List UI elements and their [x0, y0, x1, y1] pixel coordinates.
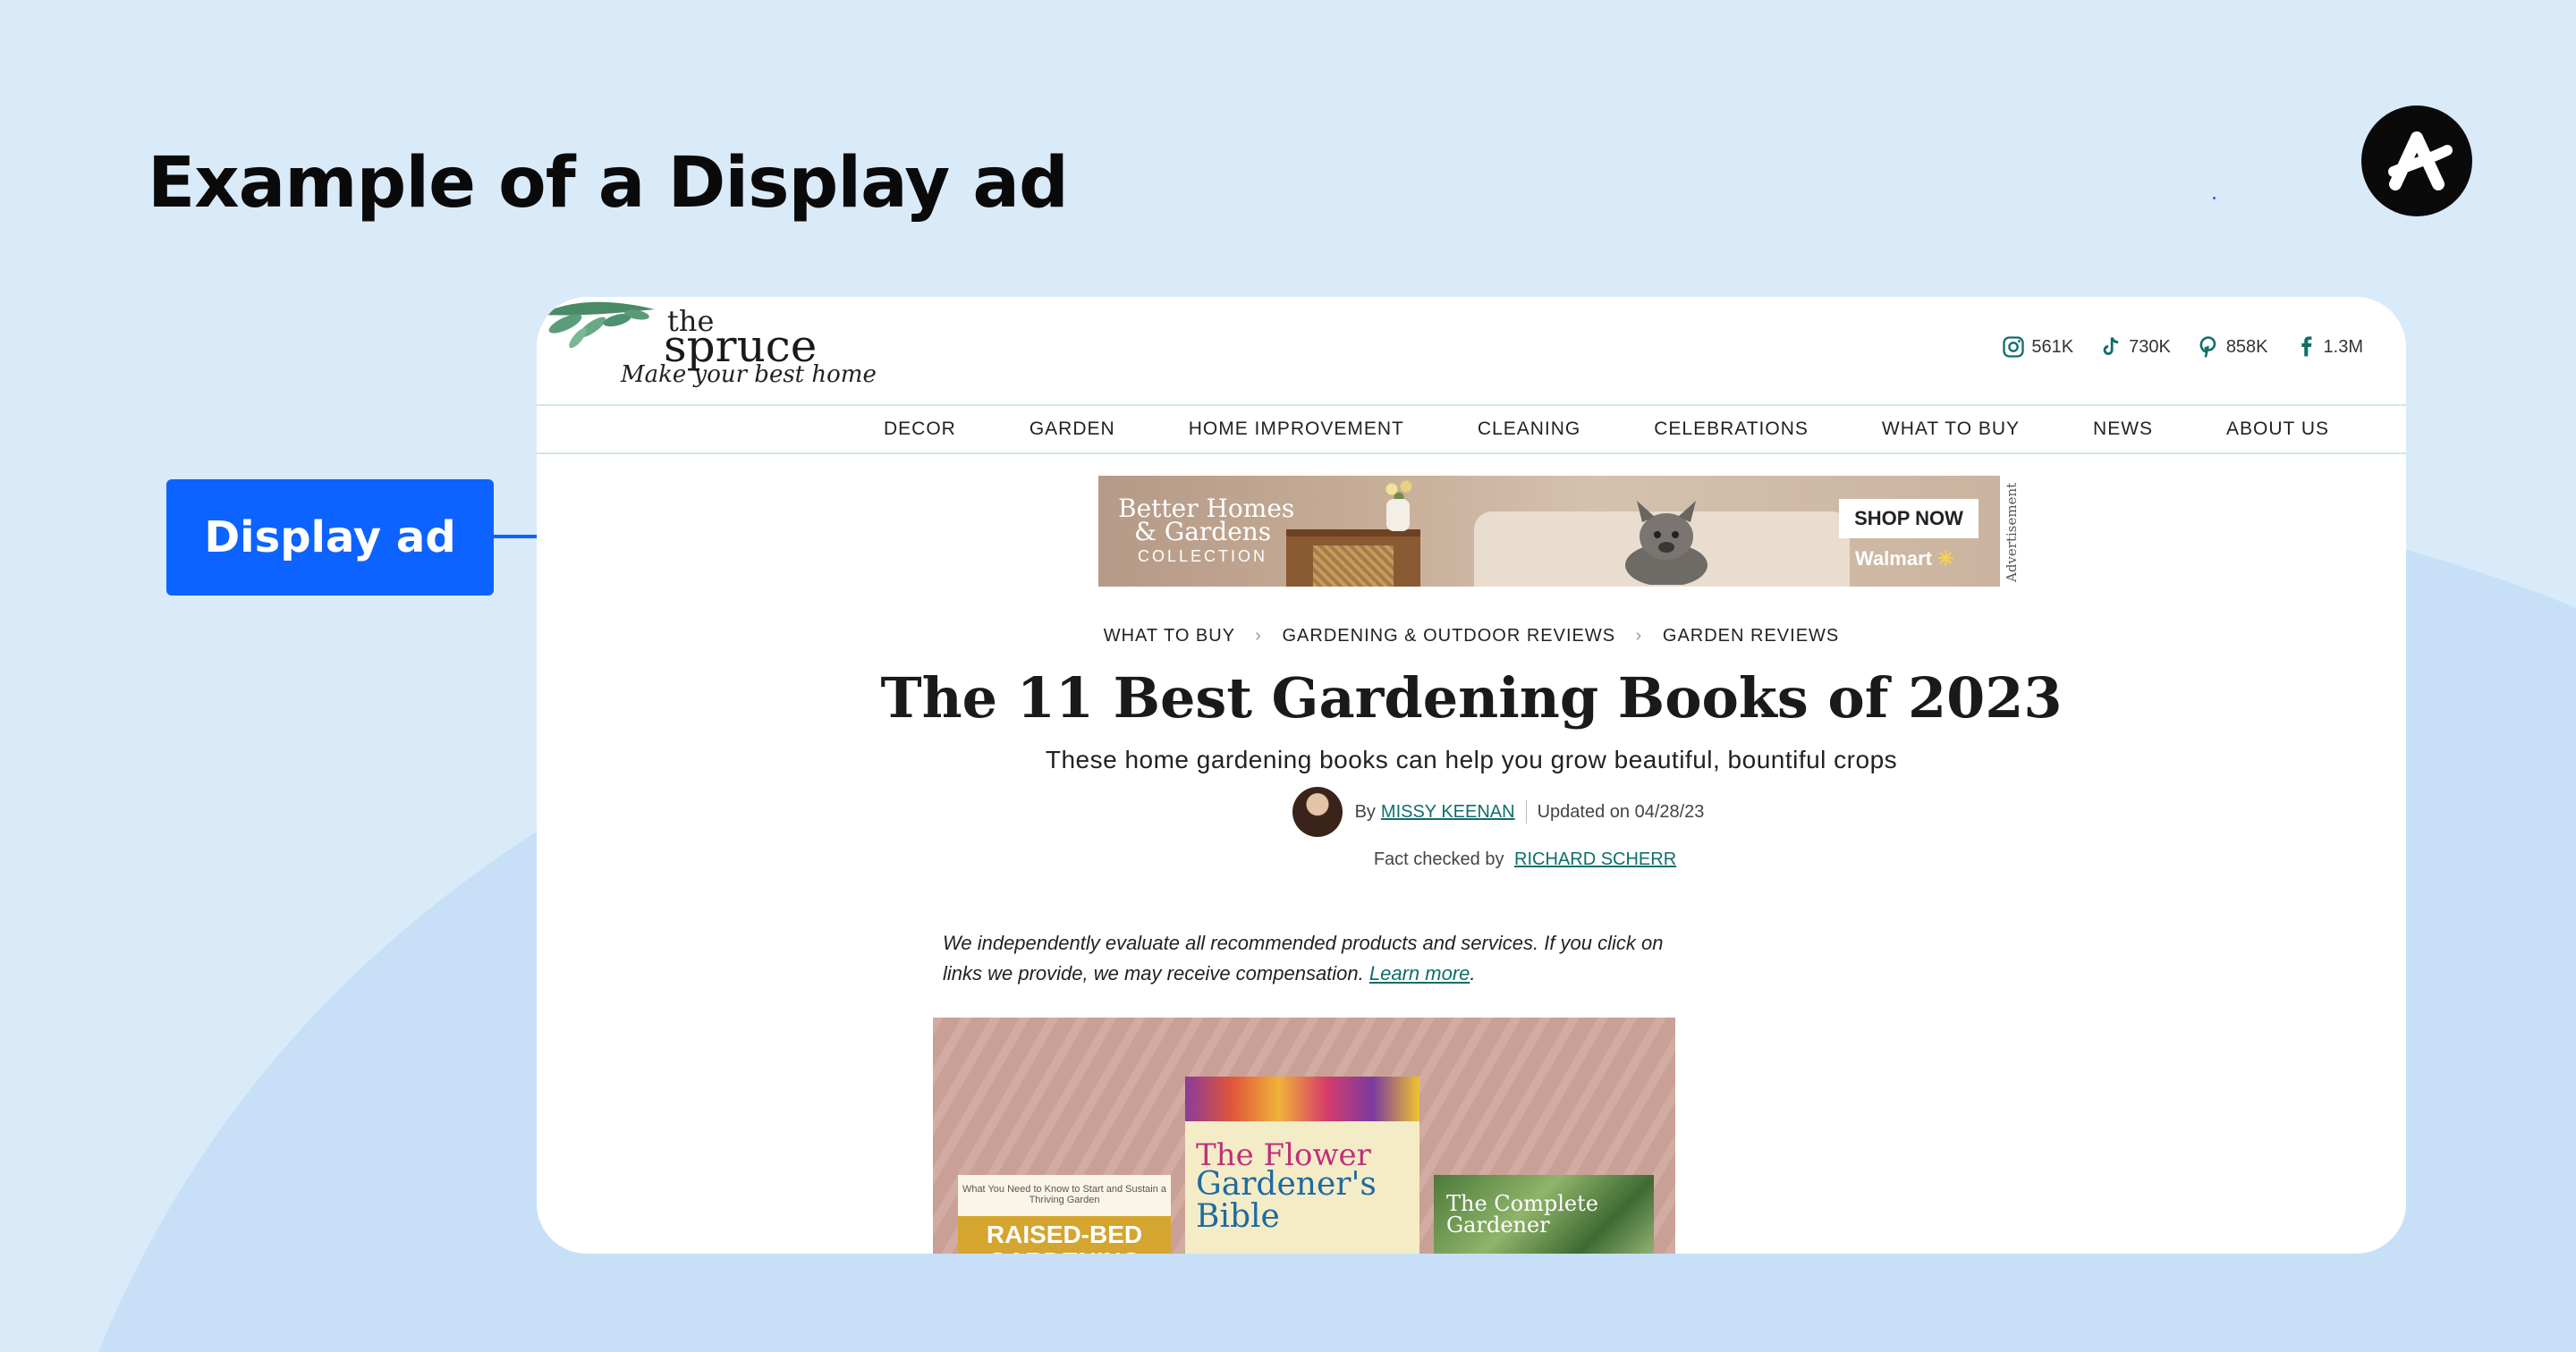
slide-title: Example of a Display ad — [148, 143, 1069, 224]
display-ad-banner[interactable]: Better Homes & Gardens COLLECTION SHOP N… — [1098, 476, 2000, 587]
leaf-icon — [540, 301, 655, 349]
social-links: 561K 730K 858K 1.3M — [2001, 334, 2363, 359]
ad-basket — [1313, 545, 1394, 587]
breadcrumb: WHAT TO BUY › GARDENING & OUTDOOR REVIEW… — [537, 626, 2406, 646]
ad-shop-now-button[interactable]: SHOP NOW — [1839, 499, 1979, 538]
instagram-count: 561K — [2031, 336, 2074, 357]
article-hero-image: What You Need to Know to Start and Susta… — [933, 1018, 1675, 1254]
social-pinterest[interactable]: 858K — [2196, 334, 2268, 359]
article-subhead: These home gardening books can help you … — [1045, 746, 1898, 773]
ad-brand-name: Better Homes & Gardens — [1118, 496, 1294, 546]
breadcrumb-item-what-to-buy[interactable]: WHAT TO BUY — [1104, 626, 1235, 646]
book1-subtitle: What You Need to Know to Start and Susta… — [962, 1184, 1167, 1205]
pinterest-count: 858K — [2225, 336, 2268, 357]
website-screenshot-card: the spruce Make your best home 561K 730K… — [537, 297, 2406, 1254]
display-ad-callout: Display ad — [166, 479, 494, 596]
fact-check-line: Fact checked by RICHARD SCHERR — [537, 849, 2406, 870]
disclaimer-text: We independently evaluate all recommende… — [943, 932, 1664, 984]
tiktok-count: 730K — [2129, 336, 2171, 357]
learn-more-link[interactable]: Learn more — [1369, 962, 1470, 984]
ad-brand-line2: & Gardens — [1134, 517, 1272, 546]
book3-title: The Complete Gardener — [1446, 1191, 1598, 1238]
walmart-spark-icon: ✳ — [1937, 547, 1954, 570]
tiktok-icon — [2103, 336, 2119, 355]
fact-checker-link[interactable]: RICHARD SCHERR — [1514, 849, 1676, 869]
byline: By MISSY KEENAN Updated on 04/28/23 — [537, 787, 2406, 837]
book-raised-bed-gardening: What You Need to Know to Start and Susta… — [958, 1175, 1171, 1254]
book2-title-line3: Bible — [1196, 1198, 1280, 1235]
book2-flower-photo — [1185, 1077, 1419, 1121]
ad-collection: COLLECTION — [1138, 547, 1268, 565]
ad-retailer-name: Walmart — [1855, 547, 1932, 570]
social-tiktok[interactable]: 730K — [2098, 334, 2171, 359]
decorative-dot — [2213, 197, 2216, 199]
book1-title: RAISED-BED GARDENING — [958, 1216, 1171, 1254]
nav-item-about-us[interactable]: ABOUT US — [2226, 418, 2329, 440]
logo-tagline: Make your best home — [621, 361, 877, 388]
author-link[interactable]: MISSY KEENAN — [1381, 802, 1515, 823]
updated-date: Updated on 04/28/23 — [1537, 801, 1705, 822]
ad-retailer-logo: Walmart ✳ — [1855, 547, 1954, 570]
site-header: the spruce Make your best home 561K 730K… — [537, 297, 2406, 404]
social-instagram[interactable]: 561K — [2001, 334, 2073, 359]
brand-logo — [2361, 106, 2472, 216]
main-nav: DECOR GARDEN HOME IMPROVEMENT CLEANING C… — [537, 404, 2406, 454]
article-headline: The 11 Best Gardening Books of 2023 — [880, 665, 2063, 731]
ad-vase — [1386, 499, 1410, 531]
social-facebook[interactable]: 1.3M — [2293, 334, 2363, 359]
dog-icon — [1625, 501, 1707, 585]
breadcrumb-item-gardening-outdoor-reviews[interactable]: GARDENING & OUTDOOR REVIEWS — [1283, 626, 1616, 646]
fact-check-label: Fact checked by — [1373, 849, 1504, 869]
nav-item-decor[interactable]: DECOR — [884, 418, 956, 440]
brand-logo-icon — [2388, 131, 2453, 190]
nav-item-home-improvement[interactable]: HOME IMPROVEMENT — [1189, 418, 1404, 440]
nav-item-garden[interactable]: GARDEN — [1030, 418, 1115, 440]
affiliate-disclaimer: We independently evaluate all recommende… — [943, 932, 1664, 984]
facebook-icon — [2301, 336, 2311, 357]
facebook-count: 1.3M — [2323, 336, 2363, 357]
byline-by: By — [1354, 801, 1376, 822]
nav-item-what-to-buy[interactable]: WHAT TO BUY — [1882, 418, 2020, 440]
breadcrumb-item-garden-reviews[interactable]: GARDEN REVIEWS — [1663, 626, 1839, 646]
book-flower-gardeners-bible: The Flower Gardener's Bible — [1185, 1077, 1419, 1254]
pinterest-icon — [2199, 336, 2216, 358]
chevron-right-icon: › — [1635, 626, 1643, 646]
instagram-icon — [2003, 336, 2025, 358]
book2-title-line2: Gardener's — [1196, 1166, 1377, 1203]
nav-item-celebrations[interactable]: CELEBRATIONS — [1654, 418, 1809, 440]
book-complete-gardener: The Complete Gardener — [1434, 1175, 1654, 1254]
author-avatar[interactable] — [1292, 787, 1343, 837]
nav-item-news[interactable]: NEWS — [2093, 418, 2153, 440]
advertisement-label: Advertisement — [2004, 482, 2020, 582]
chevron-right-icon: › — [1255, 626, 1262, 646]
byline-divider — [1525, 800, 1527, 824]
nav-item-cleaning[interactable]: CLEANING — [1478, 418, 1580, 440]
